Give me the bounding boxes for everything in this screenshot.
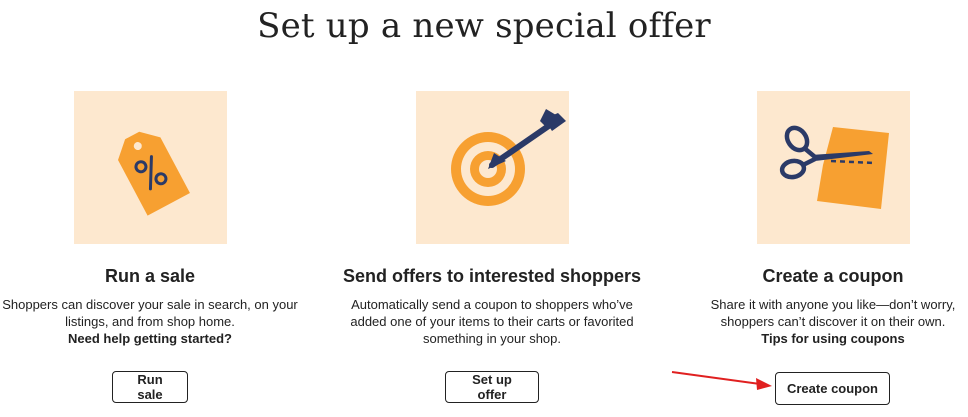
illustration-create-coupon [756, 91, 910, 244]
card-title: Send offers to interested shoppers [342, 266, 642, 286]
card-send-offers: Send offers to interested shoppers Autom… [327, 91, 657, 347]
illustration-run-sale [73, 91, 227, 244]
target-arrow-icon [450, 109, 566, 206]
card-title: Create a coupon [762, 266, 904, 286]
scissors-coupon-icon [779, 125, 889, 209]
card-create-coupon: Create a coupon Share it with anyone you… [668, 91, 968, 347]
help-getting-started-link[interactable]: Need help getting started? [68, 330, 232, 347]
card-description: Share it with anyone you like—don’t worr… [710, 297, 956, 347]
card-run-sale: Run a sale Shoppers can discover your sa… [0, 91, 315, 347]
run-sale-button[interactable]: Run sale [112, 371, 188, 403]
page-title: Set up a new special offer [257, 6, 711, 46]
tips-coupons-link[interactable]: Tips for using coupons [761, 330, 904, 347]
card-description: Automatically send a coupon to shoppers … [350, 297, 634, 346]
red-arrow-icon [671, 371, 772, 390]
set-up-offer-button[interactable]: Set up offer [445, 371, 539, 403]
card-description: Shoppers can discover your sale in searc… [2, 297, 298, 347]
create-coupon-button[interactable]: Create coupon [775, 372, 890, 405]
card-title: Run a sale [104, 266, 196, 286]
illustration-send-offers [415, 91, 569, 244]
percent-tag-icon [117, 131, 190, 216]
